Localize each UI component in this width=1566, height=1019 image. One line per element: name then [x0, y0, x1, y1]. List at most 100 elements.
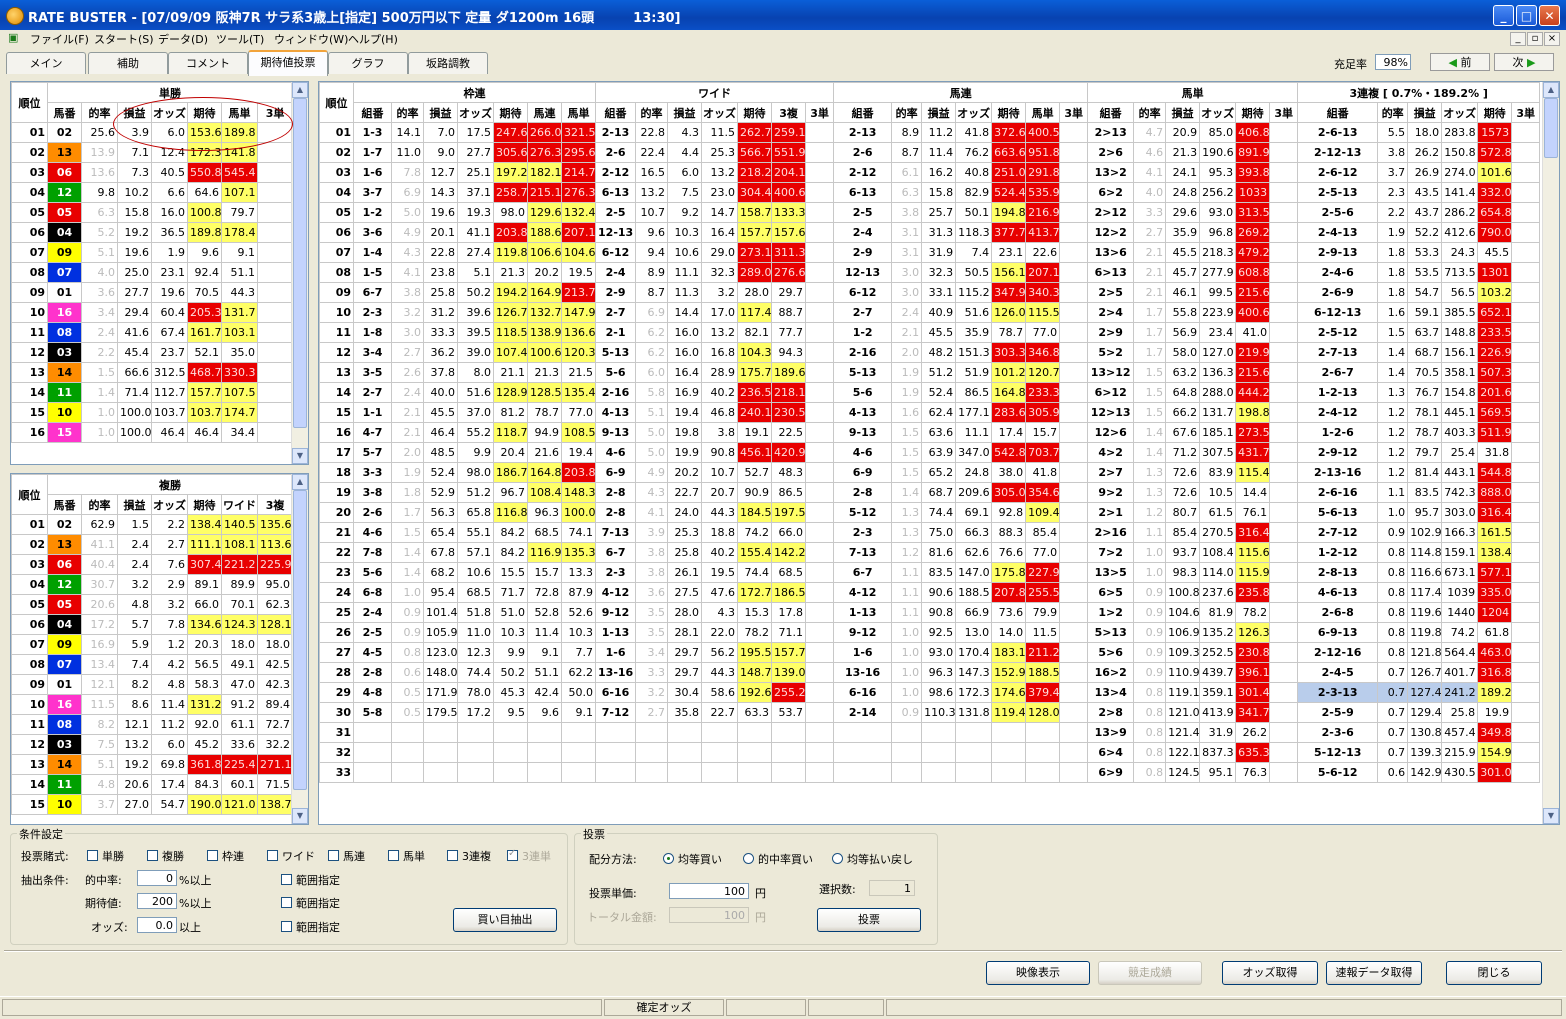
- table-row[interactable]: 22 7-8 1.4 67.8 57.1 84.2 116.9 135.3 6-7 3.8 25.8…: [319, 542, 1541, 563]
- close-window-button[interactable]: ✕: [1539, 5, 1560, 26]
- unit-price-input[interactable]: 100: [669, 883, 749, 899]
- tab-main[interactable]: メイン: [6, 52, 86, 74]
- table-row[interactable]: 05 1-2 5.0 19.6 19.3 98.0 129.6 132.4 2-5 10.7 9.2…: [319, 202, 1541, 223]
- table-row[interactable]: 33 6>9 0.8 124.5 95.1 76.3 5-6-12 0.6 142.9 430.5…: [319, 762, 1541, 783]
- menu-file[interactable]: ファイル(F): [30, 31, 89, 47]
- get-odds-button[interactable]: オッズ取得: [1222, 961, 1318, 985]
- scroll-down-icon[interactable]: ▼: [292, 808, 308, 824]
- checkbox-quinella[interactable]: [328, 850, 339, 861]
- video-button[interactable]: 映像表示: [986, 961, 1090, 985]
- table-row[interactable]: 01 02 62.9 1.5 2.2 138.4 140.5 135.6: [11, 514, 294, 535]
- table-row[interactable]: 08 1-5 4.1 23.8 5.1 21.3 20.2 19.5 2-4 8.9 11.1 32.…: [319, 262, 1541, 283]
- table-row[interactable]: 13 3-5 2.6 37.8 8.0 21.1 21.3 21.5 5-6 6.0 16.4 28.…: [319, 362, 1541, 383]
- table-row[interactable]: 10 2-3 3.2 31.2 39.6 126.7 132.7 147.9 2-7 6.9 14.…: [319, 302, 1541, 323]
- table-row[interactable]: 02 13 41.1 2.4 2.7 111.1 108.1 113.6: [11, 534, 294, 555]
- table-row[interactable]: 03 1-6 7.8 12.7 25.1 197.2 182.1 214.7 2-12 16.5 6…: [319, 162, 1541, 183]
- table-row[interactable]: 05 05 20.6 4.8 3.2 66.0 70.1 62.3: [11, 594, 294, 615]
- scroll-down-icon[interactable]: ▼: [1543, 808, 1559, 824]
- close-button[interactable]: 閉じる: [1446, 961, 1542, 985]
- mdi-close-button[interactable]: ×: [1544, 32, 1560, 46]
- next-button[interactable]: 次 ▶: [1494, 53, 1554, 71]
- table-row[interactable]: 20 2-6 1.7 56.3 65.8 116.8 96.3 100.0 2-8 4.1 24.0…: [319, 502, 1541, 523]
- scroll-thumb[interactable]: [1544, 98, 1558, 158]
- table-row[interactable]: 05 05 6.3 15.8 16.0 100.8 79.7: [11, 202, 294, 223]
- table-row[interactable]: 06 3-6 4.9 20.1 41.1 203.8 188.6 207.1 12-13 9.6 1…: [319, 222, 1541, 243]
- tab-expected-vote[interactable]: 期待値投票: [248, 50, 328, 76]
- checkbox-trio[interactable]: [447, 850, 458, 861]
- table-row[interactable]: 09 6-7 3.8 25.8 50.2 194.2 164.9 213.7 2-9 8.7 11.…: [319, 282, 1541, 303]
- checkbox-range-odds[interactable]: [281, 921, 292, 932]
- table-row[interactable]: 03 06 13.6 7.3 40.5 550.8 545.4: [11, 162, 294, 183]
- table-row[interactable]: 13 14 1.5 66.6 312.5 468.7 330.3: [11, 362, 294, 383]
- table-row[interactable]: 16 4-7 2.1 46.4 55.2 118.7 94.9 108.5 9-13 5.0 19.…: [319, 422, 1541, 443]
- scroll-down-icon[interactable]: ▼: [292, 448, 308, 464]
- maximize-button[interactable]: □: [1516, 5, 1537, 26]
- table-row[interactable]: 04 3-7 6.9 14.3 37.1 258.7 215.1 276.3 6-13 13.2 7…: [319, 182, 1541, 203]
- table-row[interactable]: 27 4-5 0.8 123.0 12.3 9.9 9.1 7.7 1-6 3.4 29.7 56.2…: [319, 642, 1541, 663]
- table-row[interactable]: 11 1-8 3.0 33.3 39.5 118.5 138.9 136.6 2-1 6.2 16.…: [319, 322, 1541, 343]
- tab-aux[interactable]: 補助: [88, 52, 168, 74]
- table-row[interactable]: 15 10 1.0 100.0 103.7 103.7 174.7: [11, 402, 294, 423]
- table-row[interactable]: 11 08 8.2 12.1 11.2 92.0 61.1 72.7: [11, 714, 294, 735]
- table-row[interactable]: 02 1-7 11.0 9.0 27.7 305.6 276.3 295.6 2-6 22.4 4.…: [319, 142, 1541, 163]
- minimize-button[interactable]: _: [1493, 5, 1514, 26]
- table-row[interactable]: 24 6-8 1.0 95.4 68.5 71.7 72.8 87.9 4-12 3.6 27.5 4…: [319, 582, 1541, 603]
- table-row[interactable]: 14 11 4.8 20.6 17.4 84.3 60.1 71.5: [11, 774, 294, 795]
- menu-tool[interactable]: ツール(T): [216, 31, 264, 47]
- win-scrollbar[interactable]: ▲ ▼: [291, 82, 308, 464]
- radio-equal-payout[interactable]: [832, 853, 843, 864]
- table-row[interactable]: 30 5-8 0.5 179.5 17.2 9.5 9.6 9.1 7-12 2.7 35.8 22.…: [319, 702, 1541, 723]
- table-row[interactable]: 03 06 40.4 2.4 7.6 307.4 221.2 225.9: [11, 554, 294, 575]
- table-row[interactable]: 25 2-4 0.9 101.4 51.8 51.0 52.8 52.6 9-12 3.5 28.0…: [319, 602, 1541, 623]
- table-row[interactable]: 31 13>9 0.8 121.4 31.9 26.2 2-3-6 0.7 130.8 457.4…: [319, 722, 1541, 743]
- checkbox-exacta[interactable]: [388, 850, 399, 861]
- table-row[interactable]: 14 11 1.4 71.4 112.7 157.7 107.5: [11, 382, 294, 403]
- table-row[interactable]: 04 12 30.7 3.2 2.9 89.1 89.9 95.0: [11, 574, 294, 595]
- tab-training[interactable]: 坂路調教: [408, 52, 488, 74]
- table-row[interactable]: 06 04 17.2 5.7 7.8 134.6 124.3 128.1: [11, 614, 294, 635]
- table-row[interactable]: 08 07 4.0 25.0 23.1 92.4 51.1: [11, 262, 294, 283]
- checkbox-range-exp[interactable]: [281, 897, 292, 908]
- prev-button[interactable]: ◀ 前: [1430, 53, 1490, 71]
- scroll-thumb[interactable]: [293, 490, 307, 790]
- table-row[interactable]: 09 01 12.1 8.2 4.8 58.3 47.0 42.3: [11, 674, 294, 695]
- menu-data[interactable]: データ(D): [158, 31, 208, 47]
- mdi-minimize-button[interactable]: _: [1510, 32, 1526, 46]
- table-row[interactable]: 11 08 2.4 41.6 67.4 161.7 103.1: [11, 322, 294, 343]
- table-row[interactable]: 06 04 5.2 19.2 36.5 189.8 178.4: [11, 222, 294, 243]
- table-row[interactable]: 26 2-5 0.9 105.9 11.0 10.3 11.4 10.3 1-13 3.5 28.1…: [319, 622, 1541, 643]
- table-row[interactable]: 07 1-4 4.3 22.8 27.4 119.8 106.6 104.6 6-12 9.4 10…: [319, 242, 1541, 263]
- hit-rate-input[interactable]: 0: [137, 870, 177, 886]
- table-row[interactable]: 21 4-6 1.5 65.4 55.1 84.2 68.5 74.1 7-13 3.9 25.3 1…: [319, 522, 1541, 543]
- menu-help[interactable]: ヘルプ(H): [348, 31, 398, 47]
- table-row[interactable]: 10 16 3.4 29.4 60.4 205.3 131.7: [11, 302, 294, 323]
- get-live-data-button[interactable]: 速報データ取得: [1326, 961, 1422, 985]
- checkbox-wide[interactable]: [267, 850, 278, 861]
- checkbox-win[interactable]: [87, 850, 98, 861]
- table-row[interactable]: 17 5-7 2.0 48.5 9.9 20.4 21.6 19.4 4-6 5.0 19.9 90.…: [319, 442, 1541, 463]
- scroll-up-icon[interactable]: ▲: [292, 474, 308, 490]
- table-row[interactable]: 14 2-7 2.4 40.0 51.6 128.9 128.5 135.4 2-16 5.8 16…: [319, 382, 1541, 403]
- checkbox-place[interactable]: [147, 850, 158, 861]
- table-row[interactable]: 32 6>4 0.8 122.1 837.3 635.3 5-12-13 0.7 139.3 21…: [319, 742, 1541, 763]
- mdi-restore-button[interactable]: ▫: [1527, 32, 1543, 46]
- table-row[interactable]: 13 14 5.1 19.2 69.8 361.8 225.4 271.1: [11, 754, 294, 775]
- menu-start[interactable]: スタート(S): [94, 31, 154, 47]
- table-row[interactable]: 28 2-8 0.6 148.0 74.4 50.2 51.1 62.2 13-16 3.3 29.…: [319, 662, 1541, 683]
- tab-graph[interactable]: グラフ: [328, 52, 408, 74]
- place-scrollbar[interactable]: ▲ ▼: [291, 474, 308, 824]
- table-row[interactable]: 12 03 2.2 45.4 23.7 52.1 35.0: [11, 342, 294, 363]
- table-row[interactable]: 23 5-6 1.4 68.2 10.6 15.5 15.7 13.3 2-3 3.8 26.1 19…: [319, 562, 1541, 583]
- tab-comment[interactable]: コメント: [168, 52, 248, 74]
- expected-input[interactable]: 200: [137, 893, 177, 909]
- table-row[interactable]: 15 10 3.7 27.0 54.7 190.0 121.0 138.7: [11, 794, 294, 815]
- odds-input[interactable]: 0.0: [137, 917, 177, 933]
- table-row[interactable]: 29 4-8 0.5 171.9 78.0 45.3 42.4 50.0 6-16 3.2 30.4…: [319, 682, 1541, 703]
- checkbox-bracket[interactable]: [207, 850, 218, 861]
- table-row[interactable]: 09 01 3.6 27.7 19.6 70.5 44.3: [11, 282, 294, 303]
- table-row[interactable]: 07 09 5.1 19.6 1.9 9.6 9.1: [11, 242, 294, 263]
- radio-hit-rate[interactable]: [743, 853, 754, 864]
- vote-button[interactable]: 投票: [817, 908, 921, 932]
- scroll-up-icon[interactable]: ▲: [292, 82, 308, 98]
- scroll-up-icon[interactable]: ▲: [1543, 82, 1559, 98]
